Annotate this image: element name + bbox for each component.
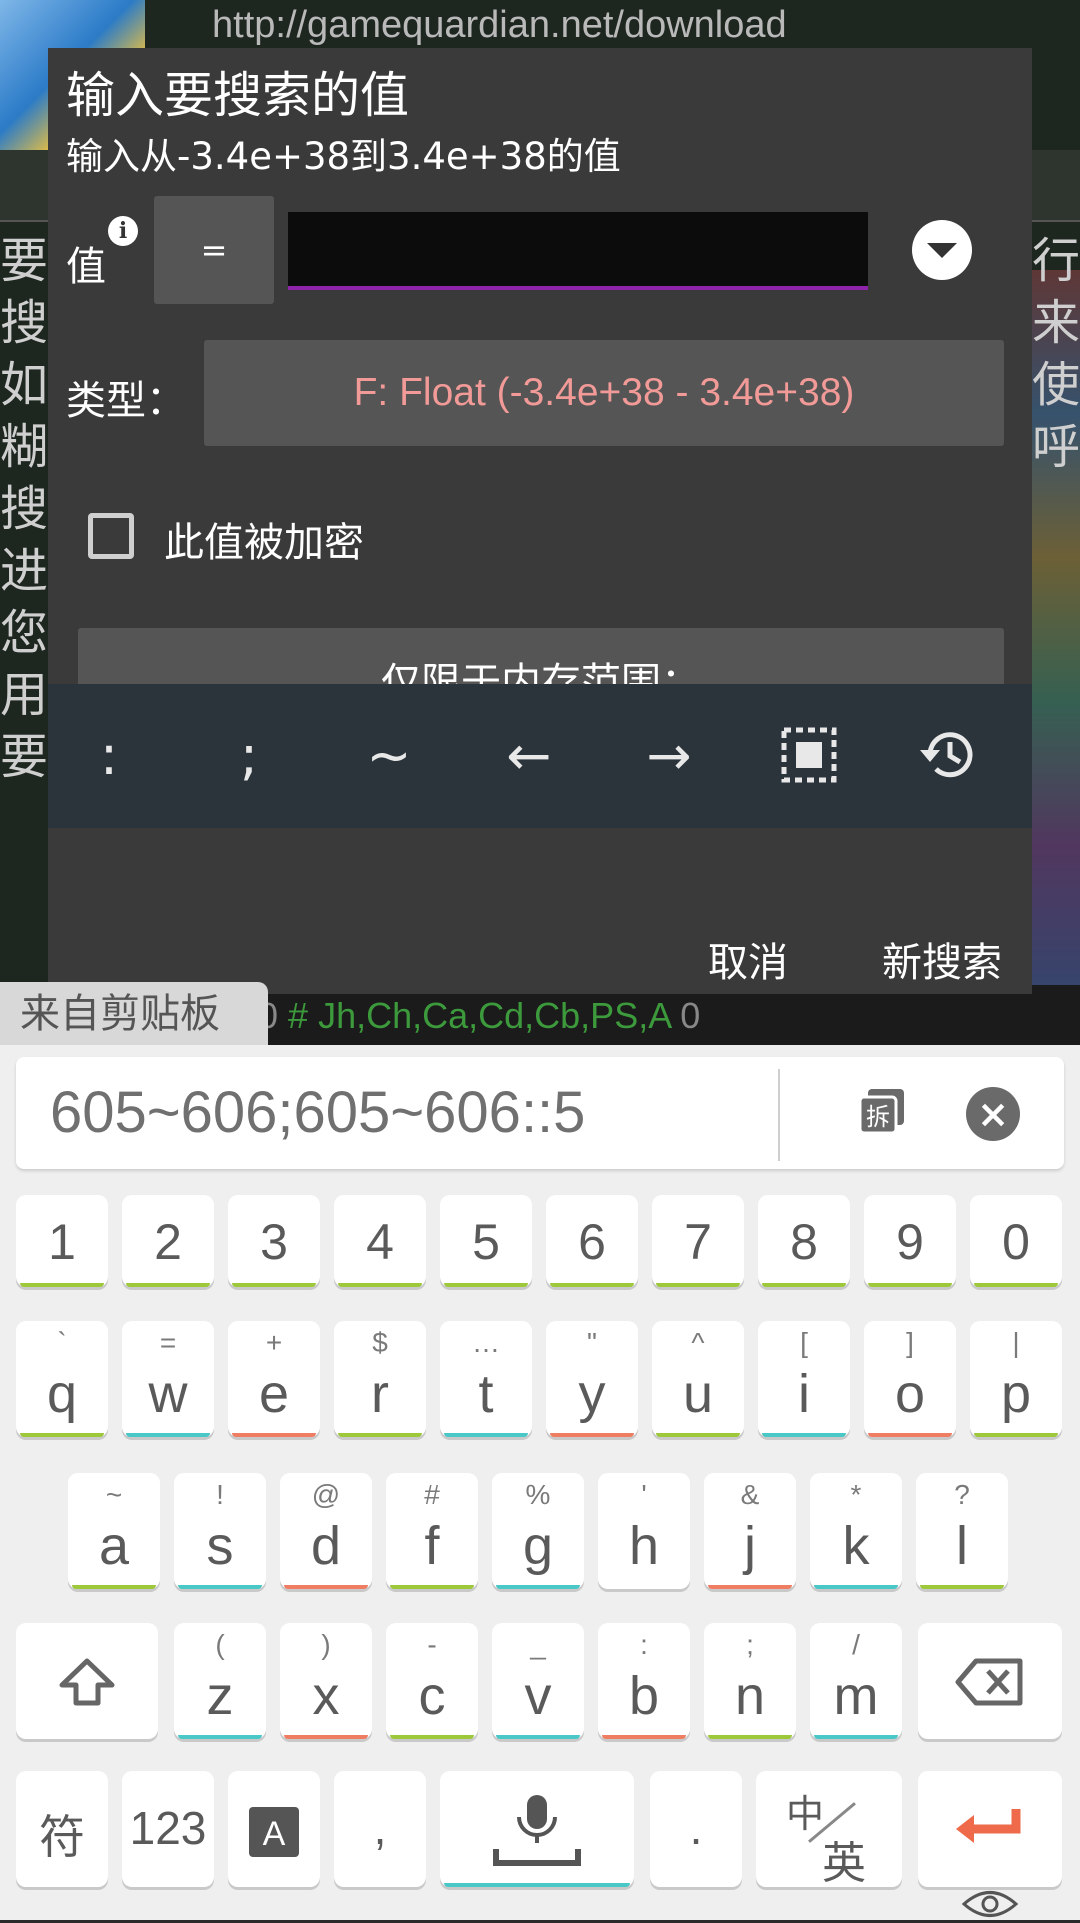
key-7[interactable]: 7 <box>652 1195 744 1287</box>
dialog-subtitle: 输入从-3.4e+38到3.4e+38的值 <box>66 135 621 178</box>
value-input[interactable] <box>288 212 868 290</box>
key-q[interactable]: ` q <box>16 1321 108 1437</box>
memory-range-button[interactable]: 仅限于内存范围： <box>78 628 1004 684</box>
right-arrow-key[interactable]: → <box>614 684 724 828</box>
period-key[interactable]: . <box>650 1771 742 1887</box>
key-6[interactable]: 6 <box>546 1195 638 1287</box>
encrypted-label[interactable]: 此值被加密 <box>164 510 364 568</box>
key-b[interactable]: :b <box>598 1623 690 1739</box>
key-i[interactable]: [i <box>758 1321 850 1437</box>
value-label: 值 <box>66 244 106 290</box>
memory-range-label: 仅限于内存范围： <box>381 660 701 684</box>
key-c[interactable]: -c <box>386 1623 478 1739</box>
key-9[interactable]: 9 <box>864 1195 956 1287</box>
new-search-button[interactable]: 新搜索 <box>882 930 1002 988</box>
shift-icon <box>59 1658 115 1706</box>
left-arrow-key[interactable]: ← <box>474 684 584 828</box>
key-v[interactable]: _ v <box>492 1623 584 1739</box>
svg-text:A: A <box>263 1815 286 1853</box>
info-icon[interactable]: i <box>108 216 138 246</box>
key-w[interactable]: = w <box>122 1321 214 1437</box>
key-h[interactable]: ' h <box>598 1473 690 1589</box>
clear-icon[interactable]: × <box>966 1087 1020 1141</box>
key-p[interactable]: | p <box>970 1321 1062 1437</box>
clipboard-content[interactable]: 605~606;605~606::5 <box>50 1079 585 1146</box>
history-icon[interactable] <box>894 684 1004 828</box>
key-z[interactable]: (z <box>174 1623 266 1739</box>
key-g[interactable]: % g <box>492 1473 584 1589</box>
key-k[interactable]: * k <box>810 1473 902 1589</box>
comma-key[interactable]: , <box>334 1771 426 1887</box>
operator-button[interactable]: = <box>154 196 274 304</box>
clipboard-divider <box>778 1069 780 1161</box>
key-1[interactable]: 1 <box>16 1195 108 1287</box>
encrypted-checkbox[interactable] <box>88 513 134 559</box>
key-a[interactable]: ~ a <box>68 1473 160 1589</box>
keyboard-layout-key[interactable]: A <box>228 1771 320 1887</box>
cancel-button[interactable]: 取消 <box>708 930 788 988</box>
split-icon[interactable]: 拆 <box>858 1087 906 1135</box>
background-text-right: 行 来 使呼 <box>1031 233 1080 475</box>
key-2[interactable]: 2 <box>122 1195 214 1287</box>
key-e[interactable]: + e <box>228 1321 320 1437</box>
microphone-icon <box>493 1795 581 1866</box>
shift-key[interactable] <box>16 1623 158 1739</box>
key-8[interactable]: 8 <box>758 1195 850 1287</box>
key-d[interactable]: @ d <box>280 1473 372 1589</box>
backspace-icon <box>955 1658 1023 1706</box>
search-value-dialog: 输入要搜索的值 输入从-3.4e+38到3.4e+38的值 值 i = 类型： … <box>48 48 1032 994</box>
background-text-left: 要搜如 糊搜进 您用要 <box>0 233 49 785</box>
select-all-icon[interactable] <box>754 684 864 828</box>
chevron-down-icon[interactable] <box>912 220 972 280</box>
special-keys-bar: : ; ~ ← → <box>48 684 1032 828</box>
key-5[interactable]: 5 <box>440 1195 532 1287</box>
key-u[interactable]: ^ u <box>652 1321 744 1437</box>
type-label: 类型： <box>66 378 186 424</box>
numeric-key[interactable]: 123 <box>122 1771 214 1887</box>
key-y[interactable]: " y <box>546 1321 638 1437</box>
key-s[interactable]: ! s <box>174 1473 266 1589</box>
backspace-key[interactable] <box>918 1623 1062 1739</box>
space-key[interactable] <box>440 1771 634 1887</box>
svg-text:拆: 拆 <box>866 1103 890 1131</box>
key-j[interactable]: & j <box>704 1473 796 1589</box>
tilde-key[interactable]: ~ <box>334 684 444 828</box>
background-url-text: http://gamequardian.net/download <box>212 4 787 46</box>
key-4[interactable]: 4 <box>334 1195 426 1287</box>
eye-icon[interactable] <box>961 1889 1019 1919</box>
dialog-title: 输入要搜索的值 <box>66 67 410 124</box>
key-t[interactable]: … t <box>440 1321 532 1437</box>
semicolon-key[interactable]: ; <box>194 684 304 828</box>
symbol-key[interactable]: 符 <box>16 1771 108 1887</box>
key-r[interactable]: $ r <box>334 1321 426 1437</box>
colon-key[interactable]: : <box>54 684 164 828</box>
enter-key[interactable] <box>918 1771 1062 1887</box>
language-switch-key[interactable]: 中 英 <box>756 1771 902 1888</box>
key-x[interactable]: ) x <box>280 1623 372 1739</box>
clipboard-label: 来自剪贴板 <box>0 982 268 1046</box>
text-layout-icon: A <box>249 1807 299 1857</box>
key-f[interactable]: # f <box>386 1473 478 1589</box>
enter-icon <box>956 1809 1021 1843</box>
key-3[interactable]: 3 <box>228 1195 320 1287</box>
key-l[interactable]: ? l <box>916 1473 1008 1589</box>
soft-keyboard: 605~606;605~606::5 拆 × 1 2 3 4 5 6 7 8 9… <box>0 1045 1080 1920</box>
key-m[interactable]: / m <box>810 1623 902 1739</box>
clipboard-suggestion-bar[interactable]: 605~606;605~606::5 拆 × <box>16 1057 1064 1169</box>
background-history-text: 0 # Jh,Ch,Ca,Cd,Cb,PS,A 0 <box>258 995 701 1036</box>
key-n[interactable]: ; n <box>704 1623 796 1739</box>
key-o[interactable]: ] o <box>864 1321 956 1437</box>
key-0[interactable]: 0 <box>970 1195 1062 1287</box>
type-select[interactable]: F: Float (-3.4e+38 - 3.4e+38) <box>204 340 1004 446</box>
